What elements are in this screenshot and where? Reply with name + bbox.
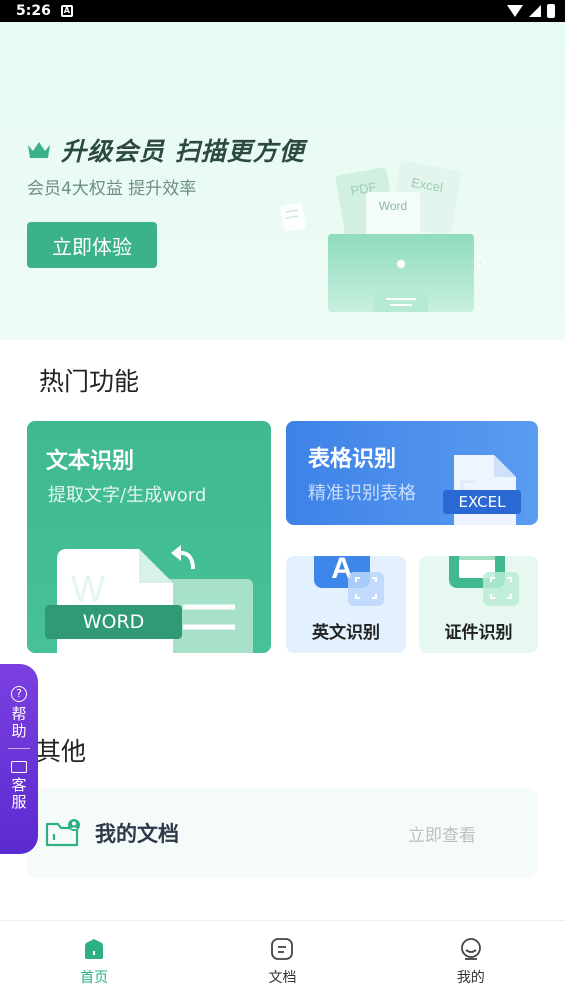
nav-documents-label: 文档 [268, 970, 297, 986]
banner-title-row: 升级会员 扫描更方便 [27, 132, 305, 168]
nav-documents[interactable]: 文档 [188, 921, 376, 1004]
bottom-navigation: 首页 文档 我的 [0, 920, 565, 1004]
id-card-icon [449, 556, 519, 606]
nav-mine[interactable]: 我的 [377, 921, 565, 1004]
battery-icon [547, 4, 555, 18]
signal-icon [529, 5, 541, 17]
document-folder-illustration: PDF Excel Word [280, 161, 487, 312]
folder-user-icon [45, 819, 80, 847]
excel-badge: EXCEL [443, 490, 521, 514]
notification-icon: A [60, 5, 73, 17]
text-recognition-title: 文本识别 [46, 449, 135, 474]
side-divider [8, 748, 30, 749]
table-recognition-title: 表格识别 [308, 447, 397, 472]
document-icon [271, 938, 294, 960]
home-icon [85, 939, 104, 959]
wifi-icon [507, 5, 523, 17]
try-now-button[interactable]: 立即体验 [27, 222, 157, 268]
help-label[interactable]: 帮助 [9, 706, 30, 740]
my-documents-label: 我的文档 [95, 822, 179, 846]
service-label[interactable]: 客服 [9, 777, 30, 811]
mail-icon [11, 761, 27, 773]
status-time: 5:26 [16, 3, 51, 19]
word-badge: WORD [45, 605, 182, 639]
membership-banner[interactable]: 升级会员 扫描更方便 会员4大权益 提升效率 立即体验 PDF Excel Wo… [0, 22, 565, 340]
english-recognition-card[interactable]: A 英文识别 [286, 556, 406, 653]
nav-home-label: 首页 [80, 970, 109, 986]
profile-icon [460, 938, 481, 960]
crown-icon [28, 142, 50, 158]
word-label: Word [379, 199, 407, 213]
text-recognition-card[interactable]: 文本识别 提取文字/生成word W WORD [27, 421, 271, 653]
id-recognition-label: 证件识别 [444, 623, 513, 643]
nav-mine-label: 我的 [456, 970, 485, 986]
view-now-link[interactable]: 立即查看 [408, 821, 476, 846]
english-letter-icon: A [314, 556, 384, 606]
my-documents-row[interactable]: 我的文档 立即查看 [27, 788, 538, 878]
help-icon: ? [11, 686, 27, 702]
id-recognition-card[interactable]: 证件识别 [419, 556, 538, 653]
table-recognition-card[interactable]: 表格识别 精准识别表格 E EXCEL [286, 421, 538, 525]
other-title: 其他 [36, 737, 87, 766]
banner-title: 升级会员 扫描更方便 [61, 137, 305, 166]
help-service-widget[interactable]: ? 帮助 客服 [0, 664, 38, 854]
svg-text:W: W [71, 568, 105, 609]
banner-subtitle: 会员4大权益 提升效率 [27, 179, 197, 199]
hot-functions-title: 热门功能 [39, 367, 140, 396]
nav-home[interactable]: 首页 [0, 921, 188, 1004]
status-indicators [507, 4, 555, 18]
table-recognition-subtitle: 精准识别表格 [308, 483, 416, 504]
text-recognition-subtitle: 提取文字/生成word [48, 485, 207, 506]
status-bar: 5:26 A [0, 0, 565, 22]
english-recognition-label: 英文识别 [312, 623, 380, 643]
